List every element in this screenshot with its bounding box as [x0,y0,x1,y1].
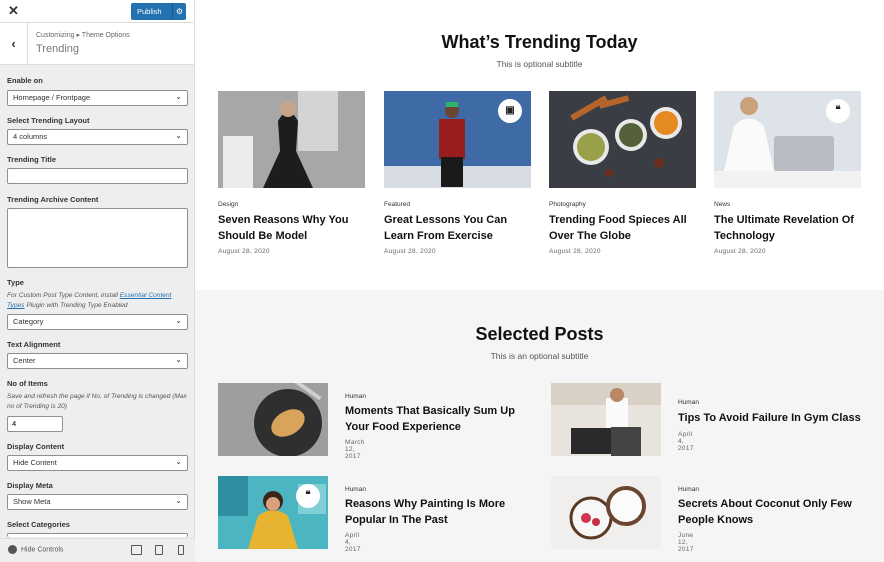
chevron-down-icon: ⌄ [175,92,182,101]
selected-posts-section: Selected Posts This is an optional subti… [195,290,884,562]
display-content-select[interactable]: Hide Content ⌄ [7,455,188,471]
card-date: August 28, 2020 [549,248,601,255]
card-image: ▣ [384,91,531,188]
card-category[interactable]: Featured [384,201,410,208]
gear-icon[interactable]: ⚙ [172,3,186,20]
card-image: ❝ [714,91,861,188]
card-date: August 28, 2020 [218,248,270,255]
enable-on-value: Homepage / Frontpage [13,93,91,102]
desktop-preview-icon[interactable] [131,545,142,555]
tablet-preview-icon[interactable] [155,545,163,555]
enable-on-select[interactable]: Homepage / Frontpage ⌄ [7,90,188,106]
post-image [218,383,328,456]
display-content-label: Display Content [7,442,65,451]
archive-content-label: Trending Archive Content [7,195,99,204]
post-title[interactable]: Secrets About Coconut Only Few People Kn… [678,496,863,528]
publish-label: Publish [137,7,162,16]
post-title[interactable]: Moments That Basically Sum Up Your Food … [345,403,530,435]
hide-controls-button[interactable]: Hide Controls [8,545,63,554]
close-icon[interactable]: ✕ [8,3,19,19]
items-value: 4 [12,419,17,428]
chevron-down-icon: ⌄ [175,316,182,325]
post-title[interactable]: Reasons Why Painting Is More Popular In … [345,496,530,528]
trending-title-label: Trending Title [7,155,57,164]
card-category[interactable]: Design [218,201,238,208]
chevron-down-icon: ⌄ [175,496,182,505]
publish-button[interactable]: Publish ⚙ [131,3,186,20]
post-date: March 12, 2017 [345,439,365,460]
card-title[interactable]: Great Lessons You Can Learn From Exercis… [384,212,534,244]
type-label: Type [7,278,24,287]
post-title[interactable]: Tips To Avoid Failure In Gym Class [678,410,863,426]
chevron-down-icon: ⌄ [175,457,182,466]
items-description: Save and refresh the page if No. of Tren… [7,393,187,410]
post-date: April 4, 2017 [678,431,694,452]
card-image [549,91,696,188]
site-preview: What’s Trending Today This is optional s… [195,0,884,562]
card-title[interactable]: Trending Food Spieces All Over The Globe [549,212,699,244]
text-alignment-value: Center [13,356,36,365]
trending-title: What’s Trending Today [441,32,638,52]
archive-content-textarea[interactable] [7,208,188,268]
mobile-preview-icon[interactable] [178,545,184,555]
selected-title: Selected Posts [475,324,604,344]
card-image [218,91,365,188]
post-date: April 4, 2017 [345,532,361,553]
items-number-input[interactable]: 4 [7,416,63,432]
display-meta-select[interactable]: Show Meta ⌄ [7,494,188,510]
text-alignment-select[interactable]: Center ⌄ [7,353,188,369]
display-meta-label: Display Meta [7,481,53,490]
post-image [551,383,661,456]
layout-value: 4 columns [13,132,48,141]
back-arrow-icon[interactable]: ‹ [0,23,28,65]
post-date: June 12, 2017 [678,532,694,553]
post-category[interactable]: Human [678,399,699,406]
items-label: No of Items [7,379,48,388]
enable-on-label: Enable on [7,76,43,85]
text-alignment-label: Text Alignment [7,340,61,349]
chevron-down-icon: ⌄ [175,355,182,364]
customizer-footer: Hide Controls [0,538,195,562]
post-image: ❝ [218,476,328,549]
customizer-sidebar: ✕ Publish ⚙ ‹ Customizing ▸ Theme Option… [0,0,195,562]
layout-select[interactable]: 4 columns ⌄ [7,129,188,145]
image-icon: ▣ [498,99,522,123]
type-value: Category [13,317,44,326]
trending-title-input[interactable] [7,168,188,184]
post-category[interactable]: Human [345,393,366,400]
quote-icon: ❝ [826,99,850,123]
post-image [551,476,661,549]
post-category[interactable]: Human [678,486,699,493]
chevron-down-icon: ⌄ [175,131,182,140]
select-categories-label: Select Categories [7,520,70,529]
card-category[interactable]: News [714,201,730,208]
trending-section: What’s Trending Today This is optional s… [195,0,884,290]
display-content-value: Hide Content [13,458,57,467]
post-category[interactable]: Human [345,486,366,493]
quote-icon: ❝ [296,484,320,508]
card-date: August 28, 2020 [384,248,436,255]
section-header: ‹ Customizing ▸ Theme Options Trending [0,23,194,65]
type-select[interactable]: Category ⌄ [7,314,188,330]
type-description: For Custom Post Type Content, install Es… [7,292,172,309]
section-title: Trending [36,43,80,55]
selected-subtitle: This is an optional subtitle [490,351,589,361]
card-category[interactable]: Photography [549,201,586,208]
card-title[interactable]: The Ultimate Revelation Of Technology [714,212,864,244]
display-meta-value: Show Meta [13,497,51,506]
card-title[interactable]: Seven Reasons Why You Should Be Model [218,212,368,244]
categories-select[interactable] [7,533,188,537]
trending-subtitle: This is optional subtitle [496,59,583,69]
breadcrumb: Customizing ▸ Theme Options [36,32,130,39]
collapse-icon [8,545,17,554]
customizer-topbar: ✕ Publish ⚙ [0,0,194,23]
card-date: August 28, 2020 [714,248,766,255]
layout-label: Select Trending Layout [7,116,90,125]
